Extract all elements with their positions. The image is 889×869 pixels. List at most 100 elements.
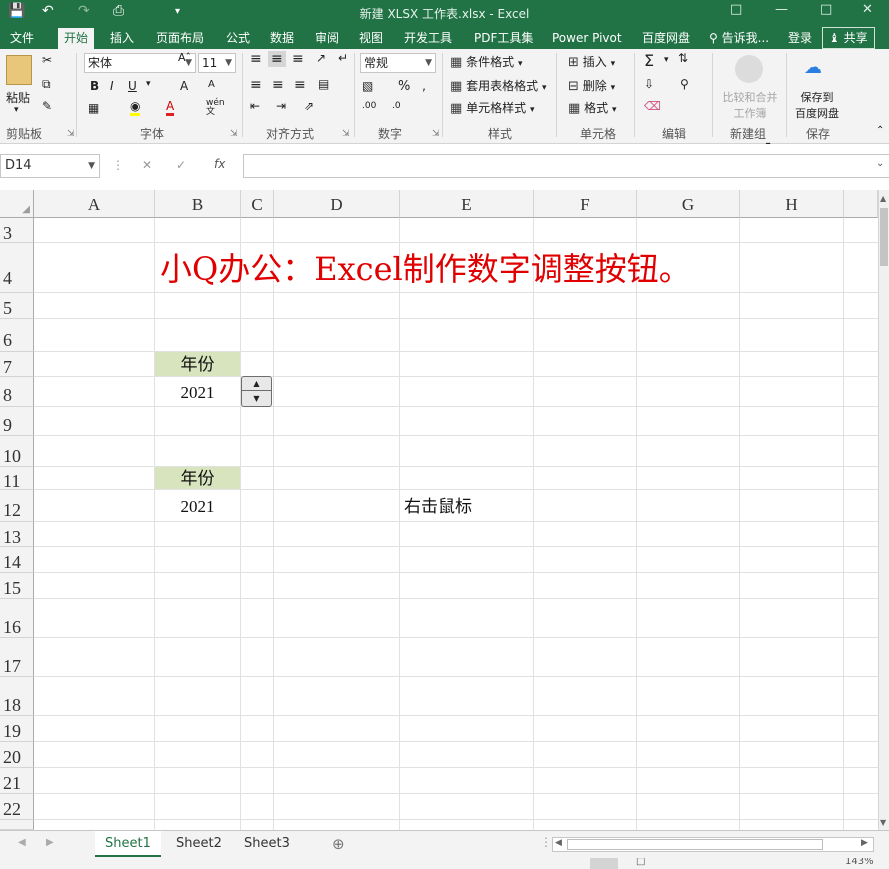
login-button[interactable]: 登录 xyxy=(782,28,818,49)
accounting-format-icon[interactable]: ▧ xyxy=(362,79,373,93)
delete-cells-button[interactable]: ⊟ 删除 ▾ xyxy=(568,77,615,94)
text-direction-icon[interactable]: ⇗ xyxy=(304,99,314,113)
cell-b11[interactable]: 年份 xyxy=(155,467,240,489)
alignment-launcher-icon[interactable]: ⇲ xyxy=(342,129,350,139)
clipboard-launcher-icon[interactable]: ⇲ xyxy=(67,129,75,139)
zoom-level[interactable]: 143% xyxy=(845,858,874,867)
tab-baidu-netdisk[interactable]: 百度网盘 xyxy=(636,28,696,49)
border-icon[interactable]: ▦ xyxy=(88,101,99,115)
row-header[interactable]: 15 xyxy=(0,573,34,599)
tab-home[interactable]: 开始 xyxy=(58,28,95,49)
tab-splitter-icon[interactable]: ⋮ xyxy=(540,835,552,849)
column-header[interactable]: F xyxy=(534,190,637,218)
tab-file[interactable]: 文件 xyxy=(4,28,40,49)
increase-indent-icon[interactable]: ⇥ xyxy=(276,99,286,113)
underline-button[interactable]: U xyxy=(128,79,137,93)
confirm-entry-icon[interactable]: ✓ xyxy=(176,158,186,172)
scroll-right-icon[interactable]: ▶ xyxy=(861,838,868,848)
row-header[interactable]: 7 xyxy=(0,352,34,377)
cell-b12[interactable]: 2021 xyxy=(155,490,240,521)
row-header[interactable]: 18 xyxy=(0,677,34,716)
decrease-font-size-icon[interactable]: A xyxy=(208,79,215,90)
baidu-cloud-icon[interactable]: ☁ xyxy=(804,57,822,78)
name-box[interactable]: D14 ▼ xyxy=(0,154,100,178)
chevron-down-icon[interactable]: ▾ xyxy=(664,55,669,65)
maximize-icon[interactable]: □ xyxy=(820,2,832,17)
paste-dropdown-icon[interactable]: ▾ xyxy=(14,105,19,115)
hscroll-thumb[interactable] xyxy=(567,839,823,850)
fill-color-icon[interactable]: ◉ xyxy=(130,99,141,116)
tab-review[interactable]: 审阅 xyxy=(309,28,345,49)
number-launcher-icon[interactable]: ⇲ xyxy=(432,129,440,139)
cut-icon[interactable]: ✂ xyxy=(42,53,52,67)
tab-formulas[interactable]: 公式 xyxy=(220,28,256,49)
row-header[interactable]: 4 xyxy=(0,243,34,293)
column-header[interactable]: H xyxy=(740,190,844,218)
orientation-icon[interactable]: ↗ xyxy=(316,51,326,65)
cancel-entry-icon[interactable]: ✕ xyxy=(142,158,152,172)
spin-down-icon[interactable]: ▼ xyxy=(242,392,271,406)
spin-button[interactable]: ▲ ▼ xyxy=(241,376,272,407)
normal-view-icon[interactable] xyxy=(590,858,618,869)
tell-me-search[interactable]: ⚲ 告诉我... xyxy=(703,28,775,49)
tab-pdf-tools[interactable]: PDF工具集 xyxy=(468,28,539,49)
horizontal-scrollbar[interactable]: ◀ ▶ xyxy=(552,837,874,852)
bold-button[interactable]: B xyxy=(90,79,99,93)
align-center-icon[interactable]: ≡ xyxy=(272,77,284,93)
autosum-icon[interactable]: Σ xyxy=(644,51,654,70)
cell-b8[interactable]: 2021 xyxy=(155,377,240,406)
cell-styles-button[interactable]: ▦ 单元格样式 ▾ xyxy=(450,99,535,116)
increase-font-size-icon[interactable]: A xyxy=(180,79,188,93)
decrease-decimal-icon[interactable]: .0 xyxy=(392,101,401,111)
format-as-table-button[interactable]: ▦ 套用表格格式 ▾ xyxy=(450,77,547,94)
increase-font-icon[interactable]: Aˆ xyxy=(178,51,191,64)
row-header[interactable]: 20 xyxy=(0,742,34,768)
vertical-scrollbar[interactable]: ▲ ▼ xyxy=(878,190,889,830)
insert-function-button[interactable]: fx xyxy=(214,157,225,171)
row-header[interactable]: 6 xyxy=(0,319,34,352)
row-header[interactable]: 8 xyxy=(0,377,34,407)
sheet-tab-sheet1[interactable]: Sheet1 xyxy=(95,831,161,857)
tab-page-layout[interactable]: 页面布局 xyxy=(150,28,210,49)
column-header[interactable]: D xyxy=(274,190,400,218)
cell-b7[interactable]: 年份 xyxy=(155,352,240,376)
tab-view[interactable]: 视图 xyxy=(353,28,389,49)
share-button[interactable]: ♝ 共享 xyxy=(822,27,875,49)
number-format-select[interactable]: 常规 ▼ xyxy=(360,53,436,73)
prev-sheet-icon[interactable]: ◀ xyxy=(18,837,26,848)
scroll-thumb[interactable] xyxy=(880,208,888,266)
row-header-partial[interactable] xyxy=(0,820,34,830)
column-header[interactable]: B xyxy=(155,190,241,218)
font-size-select[interactable]: 11 ▼ xyxy=(198,53,236,73)
format-painter-icon[interactable]: ✎ xyxy=(42,99,52,113)
sort-filter-icon[interactable]: ⇅ xyxy=(678,51,688,65)
cell-e12[interactable]: 右击鼠标 xyxy=(404,490,472,521)
row-header[interactable]: 14 xyxy=(0,547,34,573)
close-icon[interactable]: ✕ xyxy=(862,2,873,17)
row-header[interactable]: 11 xyxy=(0,467,34,491)
align-right-icon[interactable]: ≡ xyxy=(294,77,306,93)
tab-insert[interactable]: 插入 xyxy=(104,28,140,49)
worksheet-grid[interactable]: ◢ A B C D E F G H 3 4 5 6 7 8 9 10 11 12… xyxy=(0,190,889,830)
select-all-corner[interactable]: ◢ xyxy=(0,190,34,218)
tab-developer[interactable]: 开发工具 xyxy=(398,28,458,49)
percent-icon[interactable]: % xyxy=(398,79,410,94)
align-bottom-icon[interactable]: ≡ xyxy=(292,51,304,67)
scroll-left-icon[interactable]: ◀ xyxy=(555,838,562,848)
italic-button[interactable]: I xyxy=(110,79,114,93)
title-banner[interactable]: 小Q办公：Excel制作数字调整按钮。 xyxy=(160,248,691,290)
align-left-icon[interactable]: ≡ xyxy=(250,77,262,93)
scroll-up-icon[interactable]: ▲ xyxy=(880,194,886,203)
column-header-partial[interactable] xyxy=(844,190,878,218)
column-header[interactable]: E xyxy=(400,190,534,218)
comma-style-icon[interactable]: ‚ xyxy=(422,79,426,93)
column-header[interactable]: C xyxy=(241,190,274,218)
formula-input[interactable] xyxy=(243,154,889,178)
merge-center-icon[interactable]: ▤ xyxy=(318,77,329,91)
row-header[interactable]: 9 xyxy=(0,407,34,436)
row-header[interactable]: 12 xyxy=(0,490,34,522)
ribbon-display-icon[interactable]: □ xyxy=(730,2,742,17)
page-layout-view-icon[interactable]: □ xyxy=(636,858,645,867)
copy-icon[interactable]: ⧉ xyxy=(42,77,51,92)
spin-up-icon[interactable]: ▲ xyxy=(242,377,271,391)
